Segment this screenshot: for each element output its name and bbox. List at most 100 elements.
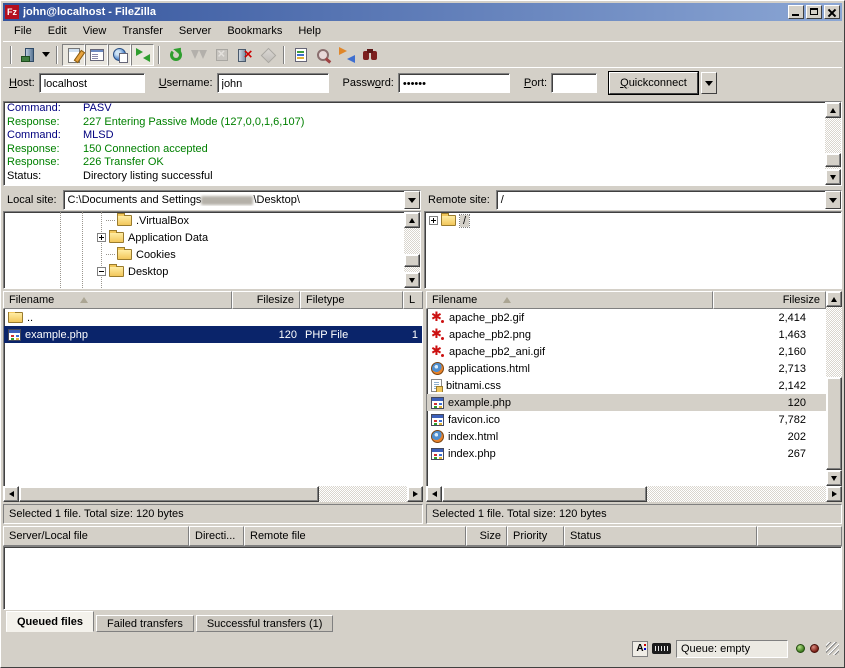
quickconnect-button[interactable]: Quickconnect [609, 72, 698, 94]
scroll-up-button[interactable] [825, 102, 841, 118]
file-row[interactable]: index.html202 [427, 428, 841, 445]
username-input[interactable] [218, 74, 328, 94]
message-log-icon [66, 47, 82, 63]
scroll-up-button[interactable] [826, 291, 842, 307]
column-filename[interactable]: Filename [3, 291, 232, 309]
tab-queued-files[interactable]: Queued files [6, 611, 94, 632]
scroll-thumb[interactable] [19, 486, 319, 502]
toggle-message-log-button[interactable] [62, 44, 85, 66]
column-filesize[interactable]: Filesize [713, 291, 826, 309]
menu-edit[interactable]: Edit [40, 23, 75, 39]
menu-file[interactable]: File [6, 23, 40, 39]
scroll-up-button[interactable] [404, 212, 420, 228]
expand-icon[interactable] [429, 216, 438, 225]
column-last-modified[interactable]: L [403, 291, 423, 309]
reconnect-button[interactable] [256, 44, 279, 66]
file-row[interactable]: apache_pb2_ani.gif2,160 [427, 343, 841, 360]
filezilla-logo-icon: Fz [5, 5, 19, 19]
scroll-left-button[interactable] [426, 486, 442, 502]
menu-bookmarks[interactable]: Bookmarks [219, 23, 290, 39]
apache-image-icon [431, 328, 445, 342]
column-priority[interactable]: Priority [507, 526, 564, 546]
menu-help[interactable]: Help [290, 23, 329, 39]
remote-hscrollbar[interactable] [426, 486, 842, 502]
css-file-icon [431, 379, 442, 392]
file-row[interactable]: apache_pb2.gif2,414 [427, 309, 841, 326]
expand-icon[interactable] [97, 233, 106, 242]
local-hscrollbar[interactable] [3, 486, 423, 502]
quickconnect-bar: Host: Username: Password: Port: Quickcon… [3, 67, 842, 98]
username-field-box [217, 73, 329, 93]
site-manager-button[interactable] [16, 44, 39, 66]
scroll-right-button[interactable] [407, 486, 423, 502]
remote-selection-status: Selected 1 file. Total size: 120 bytes [426, 504, 842, 524]
tree-item-cookies[interactable]: Cookies [4, 246, 420, 263]
file-row-selected[interactable]: example.php120 [427, 394, 841, 411]
menu-view[interactable]: View [75, 23, 115, 39]
remote-site-panel: Remote site: / / [424, 189, 842, 289]
scroll-down-button[interactable] [404, 272, 420, 288]
directory-comparison-button[interactable] [312, 44, 335, 66]
quickconnect-dropdown[interactable] [701, 72, 717, 94]
tree-item-root[interactable]: / [425, 212, 841, 229]
scroll-thumb[interactable] [404, 254, 420, 267]
column-size[interactable]: Size [466, 526, 507, 546]
column-remote-file[interactable]: Remote file [244, 526, 466, 546]
toggle-local-tree-button[interactable] [85, 44, 108, 66]
scroll-down-button[interactable] [826, 470, 842, 486]
tree-item-application-data[interactable]: Application Data [4, 229, 420, 246]
tab-successful-transfers[interactable]: Successful transfers (1) [196, 615, 334, 632]
local-site-dropdown[interactable] [404, 191, 420, 209]
file-row[interactable]: index.php267 [427, 445, 841, 462]
tree-item-desktop[interactable]: Desktop [4, 263, 420, 280]
host-input[interactable] [40, 74, 144, 94]
site-manager-dropdown[interactable] [39, 44, 52, 66]
remote-vscrollbar[interactable] [826, 291, 842, 486]
toggle-remote-tree-button[interactable] [108, 44, 131, 66]
remote-column-headers: Filename Filesize [426, 291, 842, 309]
scroll-thumb[interactable] [826, 377, 842, 470]
scroll-left-button[interactable] [3, 486, 19, 502]
column-server-local-file[interactable]: Server/Local file [3, 526, 189, 546]
local-site-combobox[interactable]: C:\Documents and Settings\Desktop\ [63, 190, 421, 210]
directory-filter-button[interactable] [289, 44, 312, 66]
local-tree-scrollbar[interactable] [404, 212, 420, 288]
remote-site-combobox[interactable]: / [496, 190, 842, 210]
collapse-icon[interactable] [97, 267, 106, 276]
file-row[interactable]: favicon.ico7,782 [427, 411, 841, 428]
port-input[interactable] [552, 74, 596, 94]
remote-site-dropdown[interactable] [825, 191, 841, 209]
scroll-thumb[interactable] [825, 153, 841, 167]
file-row-parent[interactable]: .. [4, 309, 422, 326]
scroll-right-button[interactable] [826, 486, 842, 502]
close-button[interactable] [824, 5, 840, 19]
file-row-selected[interactable]: example.php 120 PHP File 1 [4, 326, 422, 343]
process-queue-button[interactable] [187, 44, 210, 66]
column-status[interactable]: Status [564, 526, 757, 546]
cancel-operation-button[interactable] [210, 44, 233, 66]
refresh-button[interactable] [164, 44, 187, 66]
disconnect-button[interactable] [233, 44, 256, 66]
scroll-down-button[interactable] [825, 169, 841, 185]
column-filetype[interactable]: Filetype [300, 291, 403, 309]
minimize-button[interactable] [788, 5, 804, 19]
menu-transfer[interactable]: Transfer [114, 23, 171, 39]
scroll-thumb[interactable] [442, 486, 647, 502]
maximize-button[interactable] [806, 5, 822, 19]
tree-item-virtualbox[interactable]: .VirtualBox [4, 212, 420, 229]
menu-server[interactable]: Server [171, 23, 219, 39]
column-direction[interactable]: Directi... [189, 526, 244, 546]
find-files-button[interactable] [358, 44, 381, 66]
file-row[interactable]: apache_pb2.png1,463 [427, 326, 841, 343]
toggle-queue-button[interactable] [131, 44, 154, 66]
username-label: Username: [159, 77, 213, 89]
file-row[interactable]: bitnami.css2,142 [427, 377, 841, 394]
password-input[interactable] [399, 74, 509, 94]
log-scrollbar[interactable] [825, 102, 841, 185]
synchronized-browsing-button[interactable] [335, 44, 358, 66]
file-row[interactable]: applications.html2,713 [427, 360, 841, 377]
tab-failed-transfers[interactable]: Failed transfers [96, 615, 194, 632]
column-filesize[interactable]: Filesize [232, 291, 300, 309]
resize-grip[interactable] [826, 642, 839, 655]
column-filename[interactable]: Filename [426, 291, 713, 309]
